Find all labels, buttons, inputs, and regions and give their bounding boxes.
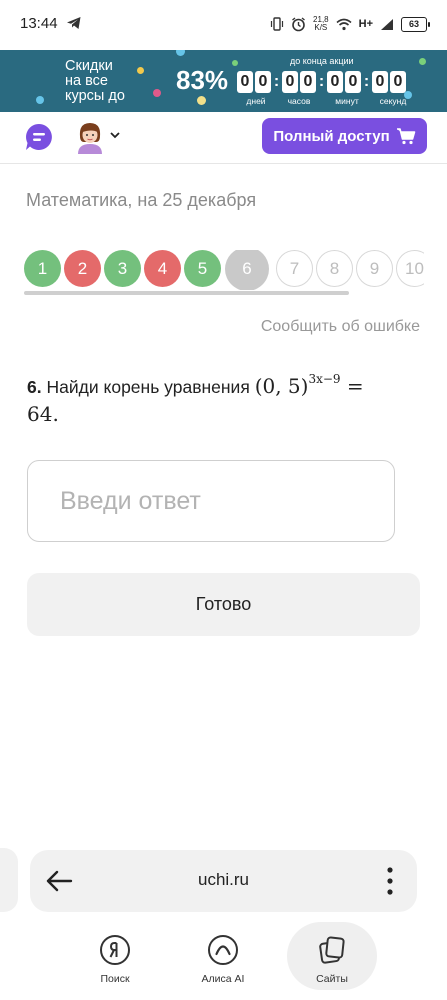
battery-level: 63 — [408, 19, 419, 29]
nav-sites[interactable]: Сайты — [287, 922, 377, 990]
status-icons: 21,8 K/S H+ 63 — [270, 13, 430, 35]
page-title: Математика, на 25 декабря — [26, 190, 257, 210]
nav-label: Сайты — [316, 973, 348, 985]
tabs-icon — [319, 936, 345, 964]
task-step-3[interactable]: 3 — [104, 250, 141, 287]
math-equals: = — [346, 374, 364, 398]
task-step-8[interactable]: 8 — [316, 250, 353, 287]
task-step-9[interactable]: 9 — [356, 250, 393, 287]
url-text[interactable]: uchi.ru — [30, 870, 417, 890]
status-time: 13:44 — [20, 15, 58, 32]
question-text: 6. Найди корень уравнения (0, 5)3x−9 = 64… — [27, 366, 422, 429]
math-base: (0, 5) — [254, 374, 309, 398]
network-speed: 21,8 K/S — [313, 16, 329, 32]
nav-label: Алиса AI — [201, 973, 245, 985]
cart-icon — [396, 128, 415, 145]
nav-search[interactable]: Поиск — [70, 922, 160, 992]
question-number: 6. — [27, 377, 42, 397]
timer-label-seconds: секунд — [379, 96, 407, 106]
task-step-6[interactable]: 6 — [225, 250, 269, 290]
done-button[interactable]: Готово — [27, 573, 420, 636]
signal-icon — [381, 18, 393, 30]
status-bar: 13:44 21,8 K/S H+ 63 — [0, 0, 447, 50]
timer-labels: дней часов минут секунд — [0, 50, 447, 112]
math-exponent: 3x−9 — [308, 372, 341, 386]
progress-scrollbar[interactable] — [24, 291, 349, 295]
wifi-icon — [336, 18, 352, 30]
timer-label-minutes: минут — [335, 96, 359, 106]
speed-unit: K/S — [314, 23, 328, 32]
avatar[interactable] — [74, 120, 106, 154]
browser-address-bar[interactable]: uchi.ru — [30, 850, 417, 912]
promo-banner[interactable]: Скидки на все курсы до 83% до конца акци… — [0, 50, 447, 112]
network-type: H+ — [358, 18, 373, 30]
task-step-5[interactable]: 5 — [184, 250, 221, 287]
timer-label-hours: часов — [287, 96, 311, 106]
alarm-icon — [292, 16, 305, 31]
vibrate-icon — [270, 17, 284, 31]
more-menu-icon[interactable] — [387, 866, 393, 896]
task-step-4[interactable]: 4 — [144, 250, 181, 287]
task-step-7[interactable]: 7 — [276, 250, 313, 287]
full-access-label: Полный доступ — [273, 127, 390, 145]
task-step-1[interactable]: 1 — [24, 250, 61, 287]
question-prompt: Найди корень уравнения — [46, 377, 250, 397]
chevron-down-icon[interactable] — [110, 131, 120, 139]
alice-icon — [208, 935, 238, 965]
task-progress: 1 2 3 4 5 6 7 8 9 10 — [24, 250, 424, 290]
browser-bottom-nav: Поиск Алиса AI Сайты — [0, 922, 447, 1000]
full-access-button[interactable]: Полный доступ — [262, 118, 427, 154]
task-step-2[interactable]: 2 — [64, 250, 101, 287]
nav-label: Поиск — [100, 973, 130, 985]
previous-tab-card[interactable] — [0, 848, 18, 912]
battery-indicator: 63 — [401, 16, 430, 32]
task-step-10[interactable]: 10 — [396, 250, 424, 287]
answer-input[interactable] — [27, 460, 395, 542]
chat-icon[interactable] — [25, 123, 53, 151]
report-error-link[interactable]: Сообщить об ошибке — [261, 318, 420, 336]
yandex-icon — [100, 935, 130, 965]
telegram-icon — [67, 17, 81, 29]
nav-alice[interactable]: Алиса AI — [178, 922, 268, 992]
math-value: 64. — [27, 402, 59, 426]
app-header: Полный доступ — [0, 112, 447, 164]
